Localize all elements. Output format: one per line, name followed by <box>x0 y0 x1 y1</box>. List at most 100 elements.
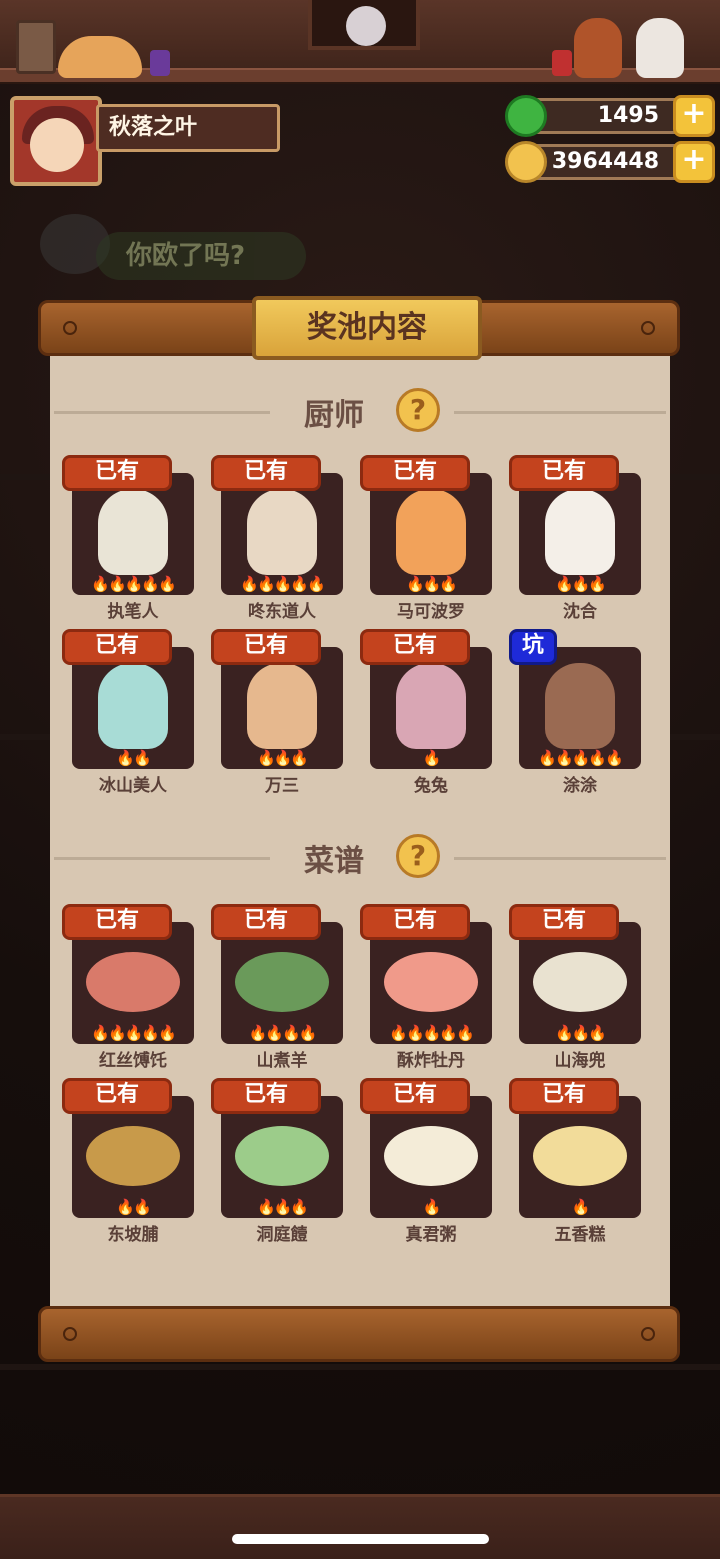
flame-rating-icon: 🔥🔥🔥🔥🔥 <box>389 1024 474 1042</box>
status-badge: 已有 <box>509 1078 619 1114</box>
help-icon[interactable]: ? <box>396 388 440 432</box>
item-name: 洞庭饐 <box>256 1225 308 1245</box>
item-card[interactable]: 🔥🔥🔥🔥🔥 已有酥炸牡丹 <box>360 904 492 1071</box>
chef-portrait-icon <box>396 489 466 575</box>
status-badge: 已有 <box>62 1078 172 1114</box>
add-gold-button[interactable]: + <box>673 141 715 183</box>
status-badge: 已有 <box>360 904 470 940</box>
player-name: 秋落之叶 <box>96 104 280 152</box>
item-name: 沈合 <box>563 602 597 622</box>
item-name: 真君粥 <box>405 1225 457 1245</box>
flame-rating-icon: 🔥🔥🔥 <box>554 1024 607 1042</box>
section-chefs: 厨师 ? <box>50 382 670 442</box>
item-name: 万三 <box>265 776 299 796</box>
section-title: 菜谱 <box>304 844 364 879</box>
dish-icon <box>235 952 329 1012</box>
flame-rating-icon: 🔥🔥 <box>116 749 151 767</box>
item-portrait: 🔥🔥🔥🔥 <box>221 922 343 1044</box>
flame-rating-icon: 🔥🔥🔥 <box>256 1198 309 1216</box>
item-name: 东坡脯 <box>107 1225 159 1245</box>
item-portrait: 🔥 <box>370 1096 492 1218</box>
item-card[interactable]: 🔥 已有五香糕 <box>509 1078 641 1245</box>
item-name: 执笔人 <box>107 602 159 622</box>
item-portrait: 🔥🔥🔥 <box>370 473 492 595</box>
scroll-bottom-rod[interactable] <box>38 1306 680 1362</box>
item-card[interactable]: 🔥🔥🔥 已有 沈合 <box>509 455 641 622</box>
section-title: 厨师 <box>304 398 364 433</box>
dish-icon <box>384 952 478 1012</box>
item-card[interactable]: 🔥🔥🔥 已有 马可波罗 <box>360 455 492 622</box>
gold-coin-icon <box>505 141 547 183</box>
panel-title: 奖池内容 <box>252 296 482 360</box>
item-portrait: 🔥 <box>519 1096 641 1218</box>
hanging-sign <box>308 0 420 50</box>
flame-rating-icon: 🔥🔥🔥🔥🔥 <box>240 575 325 593</box>
item-name: 冰山美人 <box>99 776 167 796</box>
status-badge: 已有 <box>62 455 172 491</box>
item-portrait: 🔥🔥🔥🔥🔥 <box>370 922 492 1044</box>
jade-coin-icon <box>505 95 547 137</box>
flame-rating-icon: 🔥 <box>422 749 442 767</box>
status-badge: 已有 <box>62 904 172 940</box>
item-name: 酥炸牡丹 <box>397 1051 465 1071</box>
item-portrait: 🔥🔥🔥 <box>519 922 641 1044</box>
status-badge: 坑 <box>509 629 557 665</box>
item-card[interactable]: 🔥🔥🔥🔥🔥 已有执笔人 <box>62 455 194 622</box>
chef-portrait-icon <box>98 489 168 575</box>
chef-portrait-icon <box>545 663 615 749</box>
dish-icon <box>384 1126 478 1186</box>
help-icon[interactable]: ? <box>396 834 440 878</box>
dish-icon <box>235 1126 329 1186</box>
item-portrait: 🔥 <box>370 647 492 769</box>
status-badge: 已有 <box>211 629 321 665</box>
status-badge: 已有 <box>509 455 619 491</box>
item-card[interactable]: 🔥🔥 已有东坡脯 <box>62 1078 194 1245</box>
cat-figurine-icon <box>58 36 142 78</box>
top-shelf <box>0 0 720 84</box>
flame-rating-icon: 🔥 <box>571 1198 591 1216</box>
cup-icon <box>150 50 170 76</box>
avatar[interactable] <box>10 96 102 186</box>
flame-rating-icon: 🔥🔥 <box>116 1198 151 1216</box>
item-card[interactable]: 🔥🔥🔥🔥 已有山煮羊 <box>211 904 343 1071</box>
dish-icon <box>86 952 180 1012</box>
item-name: 兔兔 <box>414 776 448 796</box>
gold-amount: 3964448 <box>551 149 659 174</box>
status-badge: 已有 <box>360 1078 470 1114</box>
character-face-icon <box>346 6 386 46</box>
item-card[interactable]: 🔥🔥 已有冰山美人 <box>62 629 194 796</box>
item-card[interactable]: 🔥 已有真君粥 <box>360 1078 492 1245</box>
item-portrait: 🔥🔥🔥🔥🔥 <box>72 922 194 1044</box>
dish-icon <box>533 1126 627 1186</box>
status-badge: 已有 <box>211 904 321 940</box>
flame-rating-icon: 🔥🔥🔥 <box>256 749 309 767</box>
dish-icon <box>533 952 627 1012</box>
cat-doll-icon <box>636 18 684 78</box>
item-card[interactable]: 🔥 已有兔兔 <box>360 629 492 796</box>
item-card[interactable]: 🔥🔥🔥🔥🔥 已有 红丝馎饦 <box>62 904 194 1071</box>
item-card[interactable]: 🔥🔥🔥🔥🔥 坑涂涂 <box>509 629 641 796</box>
item-card[interactable]: 🔥🔥🔥 已有万三 <box>211 629 343 796</box>
item-portrait: 🔥🔥🔥🔥🔥 <box>72 473 194 595</box>
item-name: 咚东道人 <box>248 602 316 622</box>
status-badge: 已有 <box>360 629 470 665</box>
chef-portrait-icon <box>396 663 466 749</box>
item-name: 涂涂 <box>563 776 597 796</box>
bottom-bar <box>0 1494 720 1559</box>
add-jade-button[interactable]: + <box>673 95 715 137</box>
item-card[interactable]: 🔥🔥🔥 已有 洞庭饐 <box>211 1078 343 1245</box>
home-indicator[interactable] <box>232 1534 489 1544</box>
chef-portrait-icon <box>98 663 168 749</box>
flame-rating-icon: 🔥🔥🔥🔥🔥 <box>538 749 623 767</box>
book-box-icon <box>16 20 56 74</box>
status-badge: 已有 <box>509 904 619 940</box>
chef-portrait-icon <box>247 489 317 575</box>
status-badge: 已有 <box>62 629 172 665</box>
item-name: 山煮羊 <box>256 1051 308 1071</box>
item-card[interactable]: 🔥🔥🔥🔥🔥 已有 咚东道人 <box>211 455 343 622</box>
dish-icon <box>86 1126 180 1186</box>
flame-rating-icon: 🔥🔥🔥 <box>405 575 458 593</box>
chef-portrait-icon <box>545 489 615 575</box>
item-card[interactable]: 🔥🔥🔥 已有 山海兜 <box>509 904 641 1071</box>
item-name: 五香糕 <box>554 1225 606 1245</box>
